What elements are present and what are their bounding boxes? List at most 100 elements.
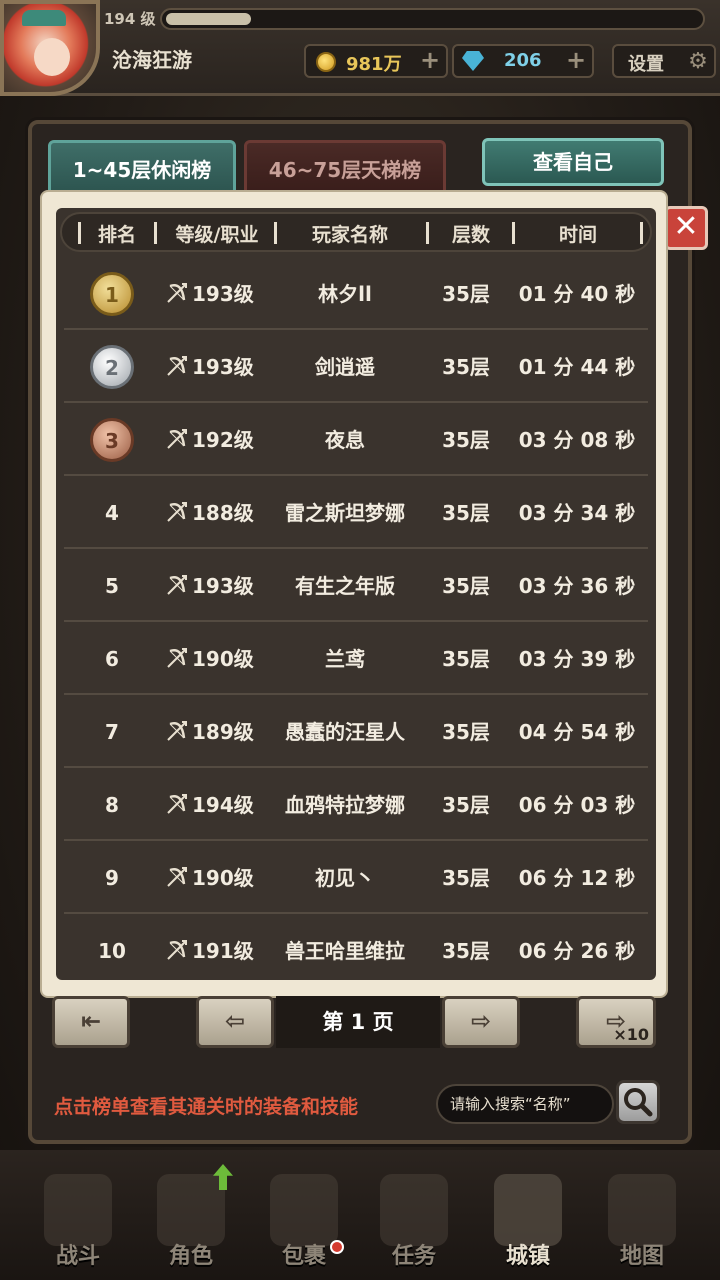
search-icon xyxy=(624,1088,653,1117)
player-name-cell: 兽王哈里维拉 xyxy=(285,939,405,963)
add-gold-button[interactable]: + xyxy=(418,48,442,73)
hint-text: 点击榜单查看其通关时的装备和技能 xyxy=(54,1096,359,1118)
table-row[interactable]: 10 191级 兽王哈里维拉 35层 06 分 26 秒 xyxy=(64,915,648,980)
gem-display: 206 + xyxy=(452,44,594,78)
player-level-cell: 190级 xyxy=(192,866,254,890)
player-level-cell: 188级 xyxy=(192,501,254,525)
table-row[interactable]: 9 190级 初见丶 35层 06 分 12 秒 xyxy=(64,842,648,914)
diamond-icon xyxy=(462,51,484,71)
player-name-cell: 初见丶 xyxy=(315,866,375,890)
floor-cell: 35层 xyxy=(442,501,490,525)
archer-class-icon xyxy=(167,502,187,522)
tab-ladder-leaderboard[interactable]: 46~75层天梯榜 xyxy=(244,140,446,194)
header-floor: 层数 xyxy=(451,224,490,246)
rank-medal-icon: 3 xyxy=(90,418,134,462)
bottom-navigation: 战斗 角色 包裹 任务 城镇 地图 xyxy=(0,1150,720,1280)
rank-number: 5 xyxy=(105,574,119,598)
time-cell: 06 分 12 秒 xyxy=(518,866,636,890)
floor-cell: 35层 xyxy=(442,355,490,379)
time-cell: 03 分 39 秒 xyxy=(518,647,636,671)
pager: ⇤ ⇦ 第 1 页 ⇨ ⇨ ×10 xyxy=(46,994,682,1054)
rank-number: 7 xyxy=(105,720,119,744)
settings-label: 设置 xyxy=(628,54,664,75)
table-row[interactable]: 7 189级 愚蠢的汪星人 35层 04 分 54 秒 xyxy=(64,696,648,768)
player-name-cell: 夜息 xyxy=(325,428,365,452)
player-avatar[interactable] xyxy=(0,0,100,96)
floor-cell: 35层 xyxy=(442,574,490,598)
archer-class-icon xyxy=(167,721,187,741)
gold-coin-icon xyxy=(316,52,336,72)
player-level-cell: 193级 xyxy=(192,355,254,379)
archer-class-icon xyxy=(167,867,187,887)
archer-class-icon xyxy=(167,575,187,595)
rank-number: 8 xyxy=(105,793,119,817)
castle-icon xyxy=(494,1174,562,1246)
game-screen: { "player": {"level": "194 级", "name": "… xyxy=(0,0,720,1280)
tab-casual-leaderboard[interactable]: 1~45层休闲榜 xyxy=(48,140,236,194)
rank-number: 4 xyxy=(105,501,119,525)
settings-button[interactable]: 设置 ⚙ xyxy=(612,44,716,78)
table-row[interactable]: 8 194级 血鸦特拉梦娜 35层 06 分 03 秒 xyxy=(64,769,648,841)
bag-icon xyxy=(270,1174,338,1246)
time-cell: 03 分 34 秒 xyxy=(518,501,636,525)
xp-bar xyxy=(160,8,705,30)
table-row[interactable]: 4 188级 雷之斯坦梦娜 35层 03 分 34 秒 xyxy=(64,477,648,549)
table-row[interactable]: 5 193级 有生之年版 35层 03 分 36 秒 xyxy=(64,550,648,622)
gold-display: 981万 + xyxy=(304,44,448,78)
table-row[interactable]: 2 193级 剑逍遥 35层 01 分 44 秒 xyxy=(64,331,648,403)
nav-label: 任务 xyxy=(391,1244,436,1269)
nav-item-6[interactable]: 地图 xyxy=(590,1174,694,1278)
top-status-bar: 194 级 沧海狂游 981万 + 206 + 设置 ⚙ xyxy=(0,0,720,96)
header-player-name: 玩家名称 xyxy=(311,224,388,246)
table-row[interactable]: 1 193级 林夕ll 35层 01 分 40 秒 xyxy=(64,258,648,330)
search-button[interactable] xyxy=(616,1080,660,1124)
close-icon[interactable]: ✕ xyxy=(664,206,708,250)
jump-count-label: ×10 xyxy=(613,1025,649,1044)
search-input[interactable]: 请输入搜索“名称” xyxy=(436,1084,614,1124)
player-name: 沧海狂游 xyxy=(112,48,192,72)
archer-class-icon xyxy=(167,940,187,960)
nav-item-2[interactable]: 角色 xyxy=(139,1164,243,1278)
floor-cell: 35层 xyxy=(442,866,490,890)
player-level-cell: 190级 xyxy=(192,647,254,671)
table-row[interactable]: 6 190级 兰鸢 35层 03 分 39 秒 xyxy=(64,623,648,695)
time-cell: 06 分 03 秒 xyxy=(518,793,636,817)
floor-cell: 35层 xyxy=(442,647,490,671)
nav-item-3[interactable]: 包裹 xyxy=(252,1174,356,1278)
player-level-cell: 189级 xyxy=(192,720,254,744)
helmet-icon xyxy=(157,1174,225,1246)
jump-10-pages-button[interactable]: ⇨ ×10 xyxy=(576,996,656,1048)
player-name-cell: 愚蠢的汪星人 xyxy=(285,720,405,744)
rank-number: 6 xyxy=(105,647,119,671)
player-name-cell: 剑逍遥 xyxy=(315,355,375,379)
header-time: 时间 xyxy=(558,224,597,246)
nav-item-1[interactable]: 战斗 xyxy=(26,1174,130,1278)
floor-cell: 35层 xyxy=(442,282,490,306)
time-cell: 03 分 08 秒 xyxy=(518,428,636,452)
nav-label: 包裹 xyxy=(281,1244,326,1269)
next-page-button[interactable]: ⇨ xyxy=(442,996,520,1048)
view-self-button[interactable]: 查看自己 xyxy=(482,138,664,186)
nav-label: 地图 xyxy=(619,1244,664,1269)
sword-shield-icon xyxy=(44,1174,112,1246)
nav-item-4[interactable]: 任务 xyxy=(362,1174,466,1278)
floor-cell: 35层 xyxy=(442,720,490,744)
archer-class-icon xyxy=(167,356,187,376)
nav-item-5[interactable]: 城镇 xyxy=(476,1174,580,1278)
table-row[interactable]: 3 192级 夜息 35层 03 分 08 秒 xyxy=(64,404,648,476)
archer-class-icon xyxy=(167,648,187,668)
rank-medal-icon: 1 xyxy=(90,272,134,316)
player-name-cell: 兰鸢 xyxy=(325,647,365,671)
add-gem-button[interactable]: + xyxy=(564,48,588,73)
first-page-button[interactable]: ⇤ xyxy=(52,996,130,1048)
gem-amount: 206 xyxy=(504,50,542,71)
prev-page-button[interactable]: ⇦ xyxy=(196,996,274,1048)
rank-medal-icon: 2 xyxy=(90,345,134,389)
player-level-cell: 194级 xyxy=(192,793,254,817)
xp-bar-fill xyxy=(166,13,251,25)
archer-class-icon xyxy=(167,429,187,449)
time-cell: 01 分 40 秒 xyxy=(518,282,636,306)
time-cell: 06 分 26 秒 xyxy=(518,939,636,963)
nav-label: 战斗 xyxy=(55,1244,100,1269)
time-cell: 04 分 54 秒 xyxy=(518,720,636,744)
